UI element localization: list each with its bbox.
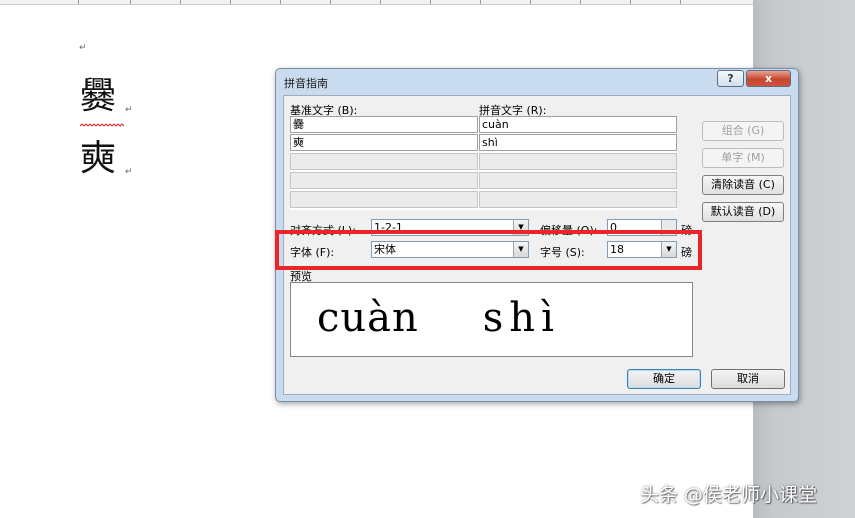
dialog-title: 拼音指南 [284, 77, 328, 90]
phonetic-grid: 爨 cuàn 奭 shì [290, 116, 677, 210]
preview-text: cuàn shì [317, 295, 560, 341]
ruler-tick [430, 0, 431, 4]
pinyin-text-cell [479, 172, 677, 189]
paragraph-mark: ↵ [79, 43, 87, 53]
base-text-cell [290, 172, 478, 189]
ruler-tick [380, 0, 381, 4]
watermark: 头条 @侯老师小课堂 [640, 484, 818, 506]
preview-syllable: shì [482, 295, 560, 341]
ruler-tick [680, 0, 681, 4]
ruler-tick [630, 0, 631, 4]
paragraph-mark: ↵ [125, 105, 133, 115]
ruler-tick [78, 0, 79, 4]
preview-box: cuàn shì [290, 282, 693, 357]
base-text-cell[interactable]: 奭 [290, 134, 478, 151]
group-button[interactable]: 组合 (G) [702, 121, 784, 141]
base-text-cell [290, 191, 478, 208]
ok-button[interactable]: 确定 [627, 369, 701, 389]
ruler-tick [480, 0, 481, 4]
ruler-tick [530, 0, 531, 4]
ruler-tick [330, 0, 331, 4]
pinyin-text-cell [479, 191, 677, 208]
ruler-tick [280, 0, 281, 4]
pinyin-text-cell[interactable]: cuàn [479, 116, 677, 133]
document-char-cuan[interactable]: 爨 [80, 79, 116, 115]
ruler-tick [180, 0, 181, 4]
pinyin-text-cell [479, 153, 677, 170]
base-text-cell [290, 153, 478, 170]
help-button[interactable]: ? [717, 70, 744, 87]
ruler-tick [130, 0, 131, 4]
ruler-tick [230, 0, 231, 4]
base-text-cell[interactable]: 爨 [290, 116, 478, 133]
pinyin-text-cell[interactable]: shì [479, 134, 677, 151]
spelling-squiggle [80, 123, 124, 127]
paragraph-mark: ↵ [125, 167, 133, 177]
ruler-tick [580, 0, 581, 4]
clear-reading-button[interactable]: 清除读音 (C) [702, 175, 784, 195]
document-char-shi[interactable]: 奭 [80, 141, 116, 177]
default-reading-button[interactable]: 默认读音 (D) [702, 202, 784, 222]
mono-button[interactable]: 单字 (M) [702, 148, 784, 168]
cancel-button[interactable]: 取消 [711, 369, 785, 389]
preview-syllable: cuàn [317, 295, 419, 341]
close-button[interactable]: x [746, 70, 791, 87]
highlight-box [275, 230, 702, 270]
